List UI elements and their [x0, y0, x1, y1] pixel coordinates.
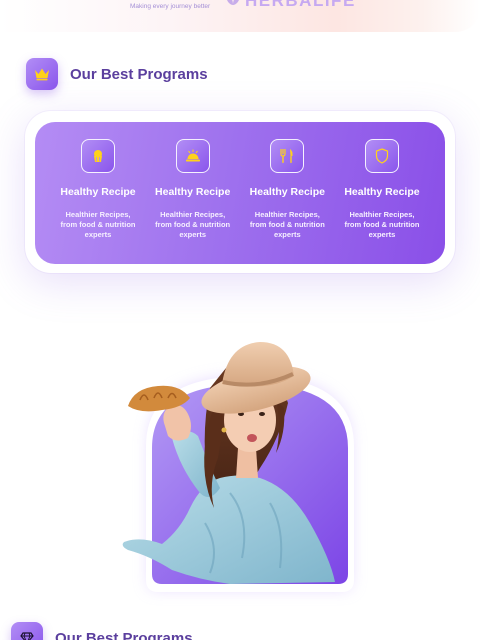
program-description: Healthier Recipes, from food & nutrition… — [249, 210, 325, 239]
program-item[interactable]: Healthy Recipe Healthier Recipes, from f… — [146, 122, 240, 264]
section-title: Our Best Programs — [70, 65, 208, 83]
cupcake-icon — [81, 139, 115, 173]
programs-card-shell: Healthy Recipe Healthier Recipes, from f… — [25, 111, 455, 273]
program-item[interactable]: Healthy Recipe Healthier Recipes, from f… — [51, 122, 145, 264]
program-description: Healthier Recipes, from food & nutrition… — [344, 210, 420, 239]
program-title: Healthy Recipe — [155, 186, 231, 198]
program-description: Healthier Recipes, from food & nutrition… — [60, 210, 136, 239]
hero-image — [122, 342, 354, 592]
section-title-2: Our Best Programs — [55, 629, 193, 640]
brand-name: HERBALIFE — [245, 0, 356, 10]
program-title: Healthy Recipe — [344, 186, 420, 198]
food-cloche-icon — [175, 139, 210, 173]
program-title: Healthy Recipe — [249, 186, 325, 198]
leaf-logo-icon — [227, 0, 239, 5]
top-banner: Making every journey better HERBALIFE — [0, 0, 480, 32]
program-item[interactable]: Healthy Recipe Healthier Recipes, from f… — [240, 122, 334, 264]
programs-card: Healthy Recipe Healthier Recipes, from f… — [35, 122, 445, 264]
program-title: Healthy Recipe — [60, 186, 136, 198]
crown-icon — [26, 58, 58, 90]
shield-icon — [364, 139, 399, 173]
banner-tagline: Making every journey better — [130, 3, 211, 10]
program-description: Healthier Recipes, from food & nutrition… — [155, 210, 231, 239]
fork-knife-icon — [270, 139, 305, 173]
section-header-2: Our Best Programs — [11, 622, 193, 640]
program-item[interactable]: Healthy Recipe Healthier Recipes, from f… — [335, 122, 429, 264]
section-header: Our Best Programs — [26, 58, 208, 90]
diamond-icon — [11, 622, 43, 640]
